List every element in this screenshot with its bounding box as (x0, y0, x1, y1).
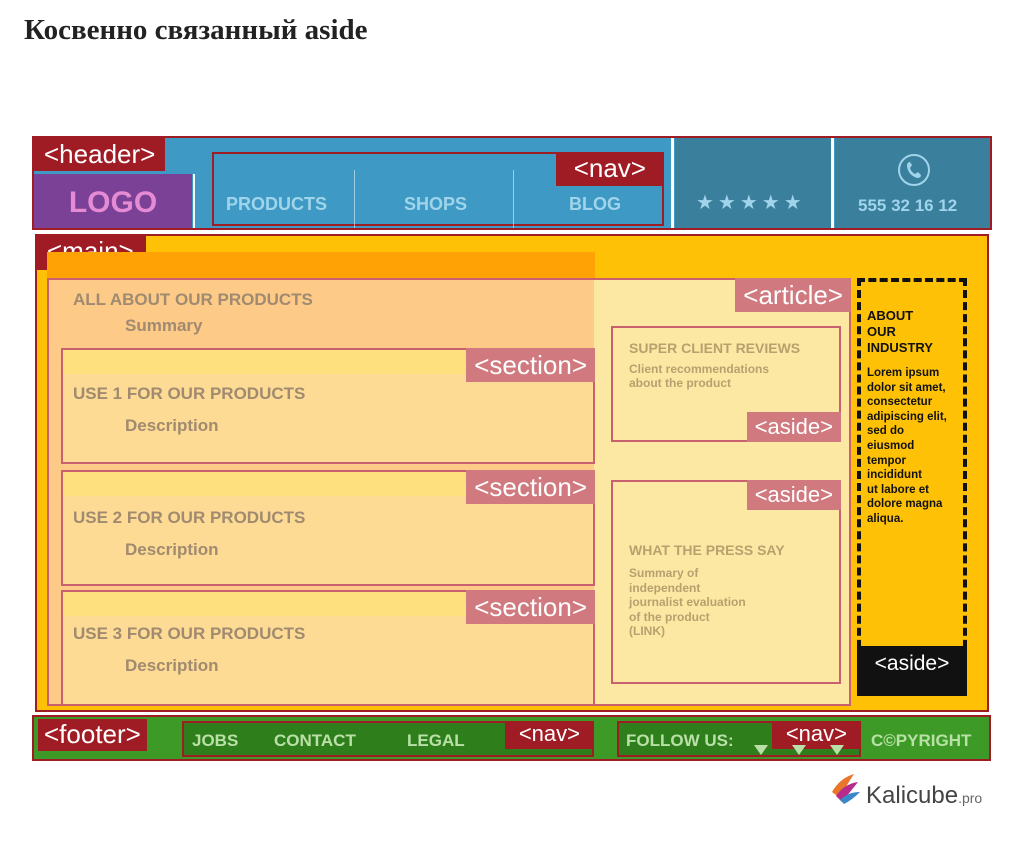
aside-industry-line: aliqua. (867, 512, 904, 525)
footer-follow: FOLLOW US: (626, 731, 734, 750)
page-title: Косвенно связанный aside (24, 14, 368, 46)
aside-reviews-title: SUPER CLIENT REVIEWS (629, 340, 801, 356)
footer-region: <footer> <nav> JOBS CONTACT LEGAL <nav> … (32, 715, 991, 761)
aside-industry-line: eiusmod (867, 439, 915, 452)
aside-reviews-text: Client recommendations about the product (629, 362, 769, 390)
aside-industry-line: dolor sit amet, (867, 381, 946, 394)
divider (831, 138, 834, 228)
divider (513, 170, 514, 228)
aside-industry-line: Lorem ipsum (867, 367, 940, 379)
divider (671, 138, 674, 228)
section-title: USE 1 FOR OUR PRODUCTS (73, 384, 306, 403)
brand-name: Kalicube.pro (866, 782, 982, 810)
aside-industry-line: ut labore et (867, 483, 929, 496)
telephone-icon[interactable] (898, 154, 930, 186)
aside-press-text: Summary of independent journalist evalua… (629, 566, 746, 639)
social-icons[interactable] (750, 743, 860, 757)
footer-link-legal[interactable]: LEGAL (407, 731, 465, 751)
aside-industry-body: Lorem ipsum dolor sit amet, consectetur … (867, 366, 947, 527)
aside-press-line: of the product (629, 609, 710, 624)
aside-industry-title-line: INDUSTRY (867, 340, 933, 355)
article-summary: Summary (125, 316, 203, 335)
article-title: ALL ABOUT OUR PRODUCTS (73, 290, 313, 309)
nav-tag: <nav> (555, 152, 664, 186)
section-desc: Description (125, 416, 219, 435)
section-1: <section> USE 1 FOR OUR PRODUCTS Descrip… (61, 348, 595, 464)
aside-industry-line: tempor (867, 454, 906, 467)
article-tag: <article> (735, 278, 851, 312)
nav-item-products[interactable]: PRODUCTS (226, 194, 327, 215)
section-desc: Description (125, 656, 219, 675)
section-tag: <section> (466, 348, 595, 382)
footer-tag: <footer> (38, 719, 147, 751)
section-tag: <section> (466, 470, 595, 504)
aside-industry-line: sed do (867, 425, 905, 438)
footer-link-jobs[interactable]: JOBS (192, 731, 238, 751)
header-tag: <header> (34, 138, 166, 171)
section-desc: Description (125, 540, 219, 559)
divider (354, 170, 355, 228)
aside-tag: <aside> (746, 412, 841, 442)
aside-press-line: Summary of (629, 566, 699, 580)
aside-reviews-line: Client recommendations (629, 362, 770, 376)
aside-industry-line: dolore magna (867, 498, 943, 511)
aside-industry-title: ABOUT OUR INDUSTRY (867, 308, 933, 356)
section-tag: <section> (466, 590, 595, 624)
nav-item-blog[interactable]: BLOG (569, 194, 621, 215)
aside-industry-title-line: OUR (867, 324, 896, 339)
aside-industry-line: adipiscing elit, (867, 410, 947, 423)
brand-text: Kalicube (866, 782, 959, 809)
nav-tag: <nav> (504, 721, 594, 749)
brand-suffix: .pro (958, 790, 983, 806)
aside-industry-title-line: ABOUT (867, 308, 914, 323)
section-title: USE 2 FOR OUR PRODUCTS (73, 508, 306, 527)
social-icon[interactable] (830, 745, 844, 755)
section-title: USE 3 FOR OUR PRODUCTS (73, 624, 306, 643)
aside-press-title: WHAT THE PRESS SAY (629, 542, 785, 558)
footer-nav-box: <nav> (182, 721, 594, 757)
aside-reviews-line: about the product (629, 376, 731, 390)
aside-press-line: journalist evaluation (629, 595, 746, 609)
kalicube-logo-icon (828, 772, 862, 806)
phone-number[interactable]: 555 32 16 12 (858, 196, 957, 216)
main-region: <main> <article> ALL ABOUT OUR PRODUCTS … (35, 234, 989, 712)
rating-stars: ★★★★★ (696, 192, 806, 214)
aside-tag-black: <aside> (857, 646, 967, 696)
footer-link-contact[interactable]: CONTACT (274, 731, 356, 751)
copyright: C©PYRIGHT (871, 731, 972, 750)
aside-press-line: independent (629, 580, 701, 595)
header-region: LOGO <header> <nav> PRODUCTS SHOPS BLOG … (32, 136, 992, 230)
aside-industry: ABOUT OUR INDUSTRY Lorem ipsum dolor sit… (857, 278, 967, 684)
logo[interactable]: LOGO (34, 186, 192, 220)
social-icon[interactable] (792, 745, 806, 755)
aside-industry-line: consectetur (867, 396, 933, 409)
aside-press: <aside> WHAT THE PRESS SAY Summary of in… (611, 480, 841, 684)
social-icon[interactable] (754, 745, 768, 755)
aside-industry-line: incididunt (867, 469, 922, 482)
section-3: <section> USE 3 FOR OUR PRODUCTS Descrip… (61, 590, 595, 706)
section-2: <section> USE 2 FOR OUR PRODUCTS Descrip… (61, 470, 595, 586)
nav-item-shops[interactable]: SHOPS (404, 194, 467, 215)
article-box: <article> ALL ABOUT OUR PRODUCTS Summary… (47, 278, 851, 706)
aside-press-line: (LINK) (629, 624, 665, 638)
aside-reviews: SUPER CLIENT REVIEWS Client recommendati… (611, 326, 841, 442)
aside-tag: <aside> (746, 480, 841, 510)
